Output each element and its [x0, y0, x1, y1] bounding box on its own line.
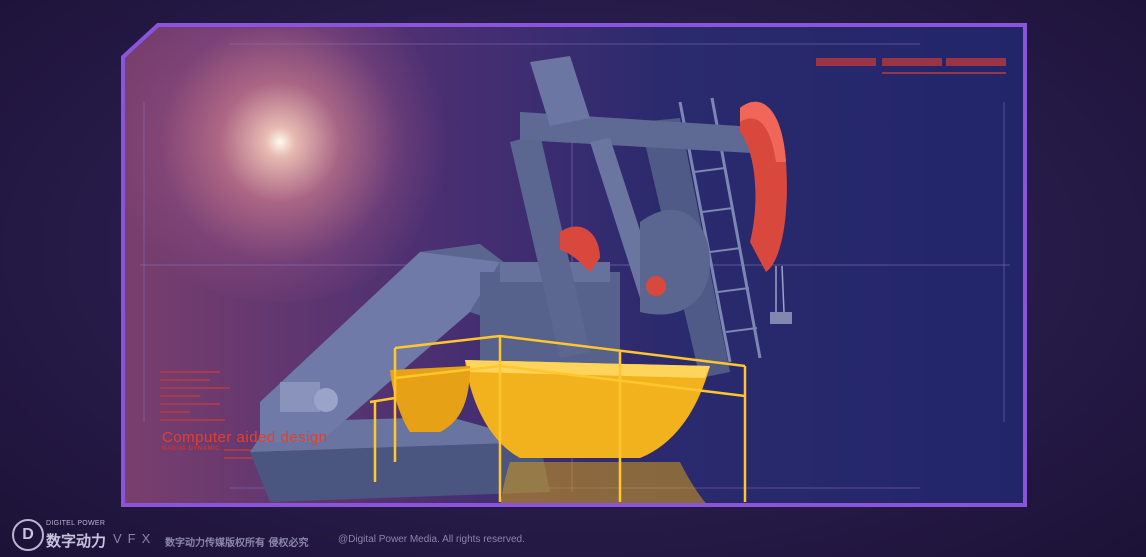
digital-power-logo-icon: D — [12, 519, 44, 551]
footer-watermark: D DIGITEL POWER 数字动力 VFX 数字动力传媒版权所有 侵权必究… — [0, 515, 1146, 557]
vfx-label: VFX — [113, 531, 157, 546]
brand-english: DIGITEL POWER — [46, 520, 106, 527]
frame-border — [121, 23, 1027, 507]
video-frame: Computer aided design NAGUA DYNAMIC — [120, 22, 1028, 508]
copyright-chinese: 数字动力传媒版权所有 侵权必究 — [165, 538, 309, 549]
copyright-english: @Digital Power Media. All rights reserve… — [338, 534, 525, 545]
brand-chinese: 数字动力 — [46, 532, 107, 550]
